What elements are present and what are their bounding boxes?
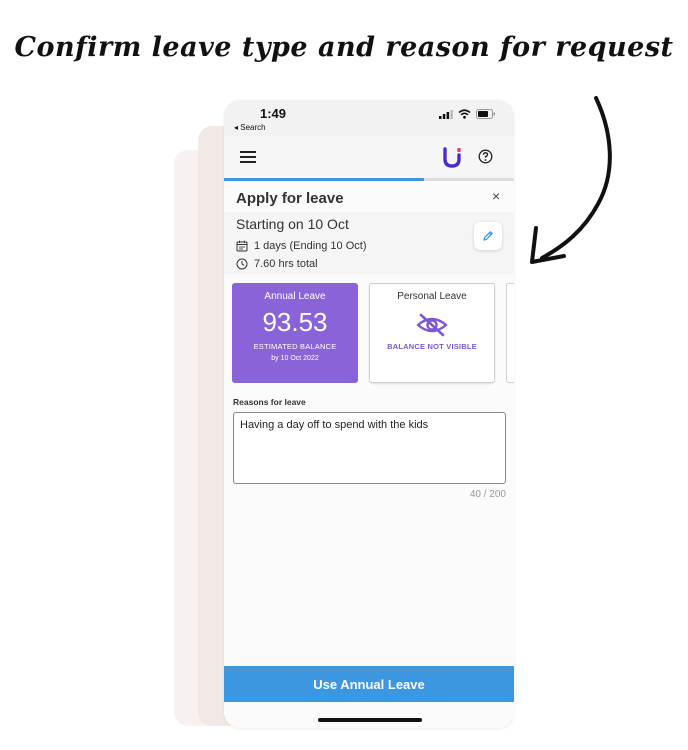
calendar-icon [236, 240, 248, 252]
leave-summary: Starting on 10 Oct 1 days (Ending 10 Oct… [224, 212, 514, 274]
eye-off-icon [416, 313, 448, 337]
clock-icon [236, 258, 248, 270]
reasons-textarea[interactable]: Having a day off to spend with the kids [233, 412, 506, 484]
hamburger-menu-icon[interactable] [240, 150, 256, 164]
phone-screen: 1:49 ◂ Search Apply for leave × Starting… [224, 100, 514, 728]
days-text: 1 days (Ending 10 Oct) [254, 240, 367, 252]
status-time: 1:49 [260, 106, 287, 121]
start-date-text: Starting on 10 Oct [236, 216, 349, 232]
leave-type-cards: Annual Leave 93.53 ESTIMATED BALANCE by … [232, 283, 514, 385]
status-icons [439, 109, 496, 119]
edit-dates-button[interactable] [474, 222, 502, 250]
bottom-safe-area [224, 702, 514, 728]
leave-card-caption: ESTIMATED BALANCE [253, 342, 337, 351]
progress-fill [224, 178, 425, 181]
progress-track [224, 178, 514, 181]
character-count: 40 / 200 [469, 489, 506, 500]
hours-row: 7.60 hrs total [236, 258, 318, 270]
curved-arrow-icon [530, 96, 612, 264]
pencil-icon [483, 231, 493, 241]
leave-card-caption: BALANCE NOT VISIBLE [387, 342, 477, 351]
sheet-title: Apply for leave [236, 190, 344, 207]
leave-card-personal[interactable]: Personal Leave BALANCE NOT VISIBLE [369, 283, 495, 383]
battery-icon [476, 109, 495, 119]
leave-card-date: by 10 Oct 2022 [271, 355, 319, 362]
leave-card-name: Annual Leave [264, 291, 326, 302]
wifi-icon [458, 109, 471, 119]
close-icon[interactable]: × [492, 188, 500, 204]
leave-card-balance: 93.53 [262, 307, 328, 337]
help-icon[interactable] [478, 149, 493, 164]
leave-card-name: Personal Leave [397, 291, 467, 302]
back-to-search-link[interactable]: ◂ Search [234, 123, 266, 132]
leave-card-next-peek[interactable] [506, 283, 514, 383]
use-annual-leave-button[interactable]: Use Annual Leave [224, 666, 514, 702]
app-logo-icon [443, 147, 461, 168]
reasons-label: Reasons for leave [233, 397, 306, 407]
home-indicator[interactable] [318, 718, 422, 722]
app-bar [224, 136, 514, 178]
signal-icon [439, 109, 453, 119]
days-row: 1 days (Ending 10 Oct) [236, 240, 367, 252]
hours-text: 7.60 hrs total [254, 258, 318, 270]
status-bar: 1:49 ◂ Search [224, 100, 514, 136]
leave-card-annual[interactable]: Annual Leave 93.53 ESTIMATED BALANCE by … [232, 283, 358, 383]
headline: Confirm leave type and reason for reques… [14, 32, 674, 63]
